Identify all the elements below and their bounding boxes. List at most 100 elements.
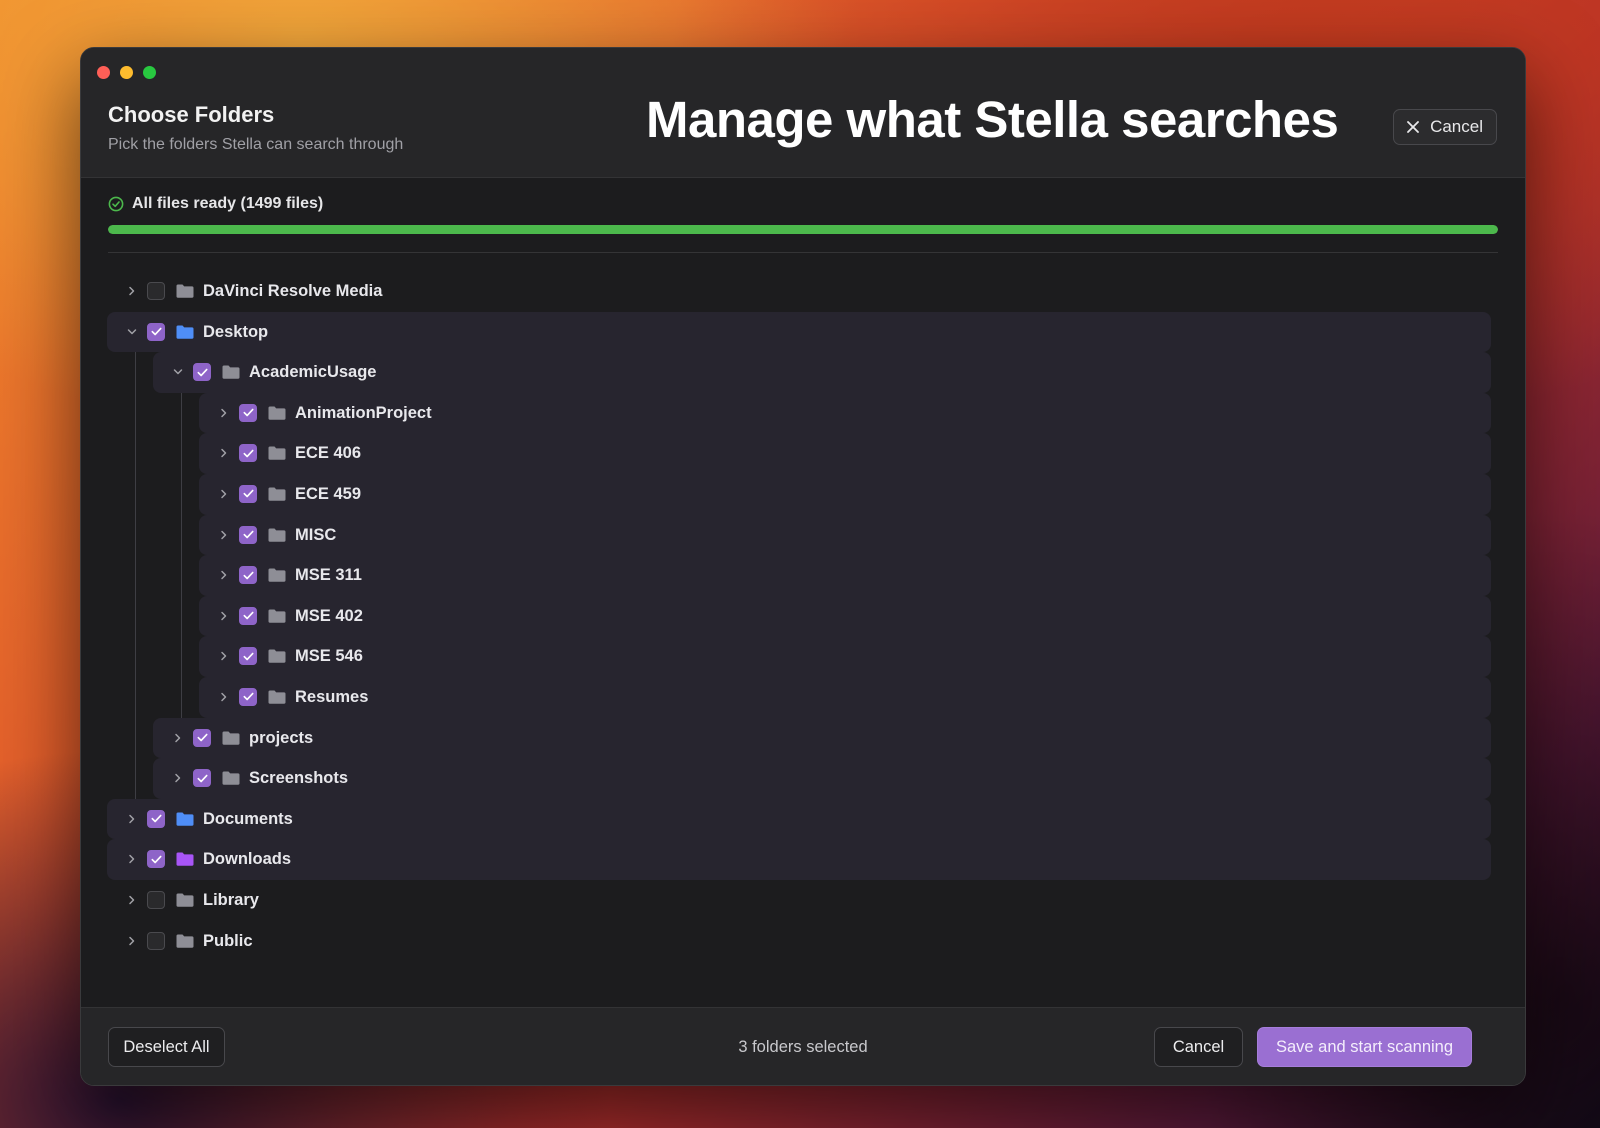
- scan-progress-fill: [108, 225, 1498, 234]
- chevron-right-icon[interactable]: [217, 690, 231, 704]
- folder-checkbox[interactable]: [239, 444, 257, 463]
- folder-label: MISC: [295, 525, 337, 544]
- chevron-right-icon[interactable]: [217, 528, 231, 542]
- folder-icon: [268, 690, 286, 704]
- tree-row[interactable]: Resumes: [199, 676, 1491, 718]
- folder-icon: [176, 893, 194, 907]
- status-line: All files ready (1499 files): [108, 195, 323, 213]
- header-cancel-label: Cancel: [1430, 117, 1483, 136]
- tree-row[interactable]: Documents: [107, 798, 1491, 840]
- checkmark-icon: [242, 490, 254, 498]
- checkmark-icon: [150, 814, 162, 823]
- folder-label: Downloads: [203, 850, 292, 869]
- tree-row[interactable]: MSE 311: [199, 555, 1491, 596]
- folder-icon: [176, 325, 194, 339]
- folder-checkbox[interactable]: [193, 728, 211, 747]
- minimize-window-button[interactable]: [120, 66, 133, 79]
- tree-row[interactable]: DaVinci Resolve Media: [117, 271, 1491, 312]
- folder-icon: [222, 731, 240, 745]
- cancel-button[interactable]: Cancel: [1154, 1027, 1243, 1067]
- tree-row[interactable]: Library: [117, 880, 1491, 921]
- folder-checkbox[interactable]: [147, 931, 165, 950]
- checkmark-icon: [242, 571, 254, 579]
- checkmark-icon: [196, 368, 208, 376]
- tree-row[interactable]: Screenshots: [153, 758, 1491, 799]
- checkmark-icon: [196, 733, 208, 742]
- folder-checkbox[interactable]: [239, 647, 257, 666]
- chevron-right-icon[interactable]: [125, 852, 139, 866]
- window-footer: 3 folders selected Deselect All Cancel S…: [81, 1007, 1525, 1085]
- folder-checkbox[interactable]: [147, 809, 165, 828]
- folder-checkbox[interactable]: [239, 525, 257, 544]
- tree-row[interactable]: MSE 546: [199, 636, 1491, 677]
- folder-icon: [268, 446, 286, 461]
- tree-row[interactable]: AcademicUsage: [153, 352, 1491, 393]
- folder-label: AcademicUsage: [249, 363, 377, 382]
- folder-label: ECE 459: [295, 484, 362, 503]
- chevron-right-icon[interactable]: [125, 812, 139, 826]
- chevron-right-icon[interactable]: [171, 771, 185, 785]
- folder-checkbox[interactable]: [239, 566, 257, 585]
- folder-icon: [268, 406, 286, 420]
- deselect-all-button[interactable]: Deselect All: [108, 1027, 225, 1067]
- chevron-right-icon[interactable]: [217, 487, 231, 501]
- tree-row[interactable]: ECE 406: [199, 433, 1491, 474]
- chevron-right-icon[interactable]: [125, 893, 139, 907]
- chevron-right-icon[interactable]: [217, 446, 231, 460]
- page-subtitle: Pick the folders Stella can search throu…: [108, 136, 404, 153]
- header-cancel-button[interactable]: Cancel: [1393, 109, 1497, 145]
- zoom-window-button[interactable]: [143, 66, 156, 79]
- chevron-right-icon[interactable]: [217, 406, 231, 420]
- folder-icon: [268, 487, 286, 501]
- folder-icon: [176, 284, 194, 298]
- folder-checkbox[interactable]: [147, 850, 165, 869]
- close-window-button[interactable]: [97, 66, 110, 79]
- folder-icon: [176, 852, 194, 867]
- folder-icon: [222, 365, 240, 379]
- folder-checkbox[interactable]: [239, 606, 257, 625]
- checkmark-icon: [242, 611, 254, 620]
- chevron-down-icon[interactable]: [125, 325, 139, 339]
- chevron-right-icon[interactable]: [125, 284, 139, 298]
- tree-row[interactable]: Public: [117, 921, 1491, 962]
- window-header: Choose Folders Pick the folders Stella c…: [81, 48, 1525, 178]
- check-circle-icon: [108, 196, 124, 212]
- tree-row[interactable]: projects: [153, 717, 1491, 759]
- tree-row[interactable]: AnimationProject: [199, 392, 1491, 434]
- checkmark-icon: [196, 774, 208, 782]
- folder-checkbox[interactable]: [239, 403, 257, 422]
- chevron-down-icon[interactable]: [171, 365, 185, 379]
- folder-icon: [268, 649, 286, 664]
- chevron-right-icon[interactable]: [217, 568, 231, 582]
- chevron-right-icon[interactable]: [171, 731, 185, 745]
- folder-checkbox[interactable]: [239, 687, 257, 706]
- checkmark-icon: [242, 449, 254, 458]
- tree-row[interactable]: Desktop: [107, 311, 1491, 353]
- tree-row[interactable]: MSE 402: [199, 595, 1491, 637]
- folder-checkbox[interactable]: [147, 890, 165, 909]
- chevron-right-icon[interactable]: [125, 934, 139, 948]
- traffic-lights: [97, 66, 156, 79]
- folder-checkbox[interactable]: [193, 363, 211, 382]
- chevron-right-icon[interactable]: [217, 609, 231, 623]
- checkmark-icon: [242, 693, 254, 701]
- folder-checkbox[interactable]: [147, 282, 165, 300]
- folder-icon: [222, 771, 240, 785]
- chevron-right-icon[interactable]: [217, 649, 231, 663]
- page-title: Choose Folders: [108, 102, 275, 127]
- folder-checkbox[interactable]: [239, 484, 257, 503]
- save-and-start-scanning-button[interactable]: Save and start scanning: [1257, 1027, 1472, 1067]
- tree-row[interactable]: Downloads: [107, 839, 1491, 880]
- folder-icon: [176, 934, 194, 948]
- folder-icon: [268, 568, 286, 582]
- folder-label: AnimationProject: [295, 403, 432, 422]
- folder-label: Documents: [203, 809, 293, 828]
- tree-row[interactable]: ECE 459: [199, 473, 1491, 515]
- choose-folders-window: Choose Folders Pick the folders Stella c…: [80, 47, 1526, 1086]
- checkmark-icon: [150, 327, 162, 336]
- folder-checkbox[interactable]: [147, 322, 165, 341]
- checkmark-icon: [242, 408, 254, 417]
- tree-row[interactable]: MISC: [199, 514, 1491, 556]
- folder-checkbox[interactable]: [193, 769, 211, 788]
- checkmark-icon: [242, 530, 254, 539]
